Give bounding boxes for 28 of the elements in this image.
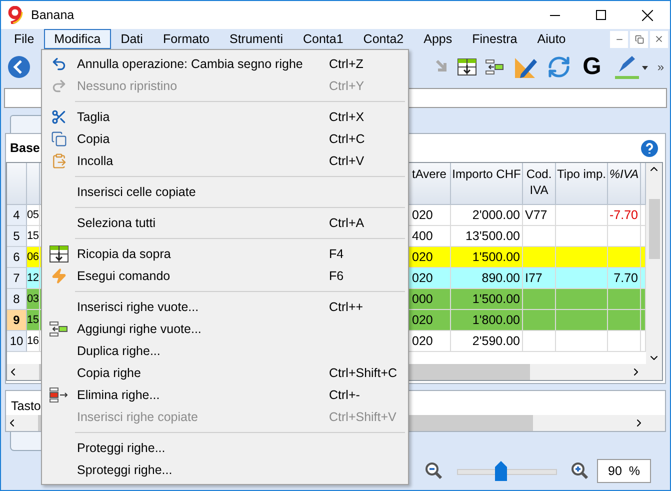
panel-title: Base xyxy=(10,141,40,155)
table-cell: 2'590.00 xyxy=(451,331,523,352)
table-cell: 13'500.00 xyxy=(451,226,523,247)
table-cell: 890.00 xyxy=(451,268,523,289)
table-cell: 1'500.00 xyxy=(451,289,523,310)
table-cell: 2'000.00 xyxy=(451,205,523,226)
table-cell: 400 xyxy=(406,226,451,247)
table-cell: 1'500.00 xyxy=(451,247,523,268)
table-cell: -7.70 xyxy=(608,205,641,226)
table-cell: 05 xyxy=(27,205,40,226)
table-cell: 020 xyxy=(406,247,451,268)
table-cell: 7.70 xyxy=(608,268,641,289)
table-cell: 1'800.00 xyxy=(451,310,523,331)
info-label: Tasto xyxy=(11,399,41,415)
table-cell: I77 xyxy=(523,268,556,289)
table-cell: V77 xyxy=(523,205,556,226)
table-cell: 15 xyxy=(27,310,40,331)
table-cell: 16 xyxy=(27,331,40,352)
table-cell: 020 xyxy=(406,310,451,331)
table-cell: 12 xyxy=(27,268,40,289)
table-cell: 03 xyxy=(27,289,40,310)
table-cell: 15 xyxy=(27,226,40,247)
table-cell: 000 xyxy=(406,289,451,310)
table-cell: 020 xyxy=(406,205,451,226)
table-cell: 020 xyxy=(406,268,451,289)
window-title: Banana xyxy=(31,8,74,22)
table-cell: 020 xyxy=(406,331,451,352)
table-cell: 06 xyxy=(27,247,40,268)
